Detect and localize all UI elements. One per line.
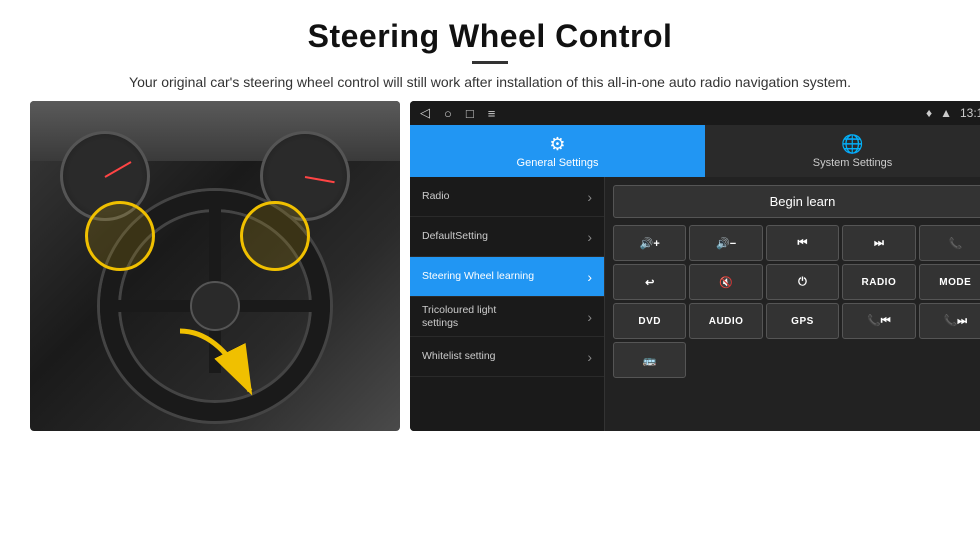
arrow-indicator	[170, 321, 270, 401]
menu-item-steering-wheel[interactable]: Steering Wheel learning ›	[410, 257, 604, 297]
menu-item-whitelist-label: Whitelist setting	[422, 350, 496, 363]
menu-arrow-steering: ›	[587, 269, 592, 285]
button-grid-row3: DVD AUDIO GPS 📞⏮ 📞⏭	[613, 303, 980, 339]
power-icon: ⏻	[798, 276, 807, 289]
menu-item-tricoloured[interactable]: Tricoloured lightsettings ›	[410, 297, 604, 337]
nav-back-icon: ◁	[420, 105, 430, 121]
next-track-icon: ⏭	[874, 237, 884, 250]
steering-wheel-background	[30, 101, 400, 431]
status-right: ♦ ▲ 13:13	[926, 106, 980, 120]
settings-tabs: ⚙ General Settings 🌐 System Settings	[410, 125, 980, 177]
button-grid-row1: 🔊+ 🔊− ⏮ ⏭ 📞	[613, 225, 980, 261]
extra-button[interactable]: 🚌	[613, 342, 686, 378]
mode-button[interactable]: MODE	[919, 264, 980, 300]
status-bar: ◁ ○ □ ≡ ♦ ▲ 13:13	[410, 101, 980, 125]
wifi-icon: ▲	[940, 106, 952, 120]
header-description: Your original car's steering wheel contr…	[60, 72, 920, 93]
location-icon: ♦	[926, 106, 932, 120]
nav-menu-icon: ≡	[488, 106, 496, 121]
call-next-button[interactable]: 📞⏭	[919, 303, 980, 339]
vol-up-icon: 🔊+	[640, 237, 660, 250]
back-icon: ↩	[645, 276, 654, 289]
extra-icon: 🚌	[643, 354, 657, 367]
menu-item-radio[interactable]: Radio ›	[410, 177, 604, 217]
prev-track-icon: ⏮	[798, 237, 808, 250]
menu-item-steering-label: Steering Wheel learning	[422, 270, 534, 283]
menu-arrow-radio: ›	[587, 189, 592, 205]
gps-button[interactable]: GPS	[766, 303, 839, 339]
menu-item-default-label: DefaultSetting	[422, 230, 488, 243]
page-header: Steering Wheel Control Your original car…	[0, 0, 980, 101]
menu-arrow-default: ›	[587, 229, 592, 245]
mute-icon: 🔇	[719, 276, 733, 289]
begin-learn-row: Begin learn	[613, 181, 980, 221]
gps-label: GPS	[791, 316, 814, 327]
vol-down-icon: 🔊−	[716, 237, 736, 250]
audio-label: AUDIO	[709, 316, 744, 327]
vol-down-button[interactable]: 🔊−	[689, 225, 762, 261]
menu-item-default-setting[interactable]: DefaultSetting ›	[410, 217, 604, 257]
menu-item-radio-label: Radio	[422, 190, 449, 203]
vol-up-button[interactable]: 🔊+	[613, 225, 686, 261]
call-prev-button[interactable]: 📞⏮	[842, 303, 915, 339]
dvd-label: DVD	[638, 316, 661, 327]
nav-recents-icon: □	[466, 106, 474, 121]
menu-item-tricoloured-label: Tricoloured lightsettings	[422, 304, 496, 329]
power-button[interactable]: ⏻	[766, 264, 839, 300]
begin-learn-button[interactable]: Begin learn	[613, 185, 980, 218]
dvd-button[interactable]: DVD	[613, 303, 686, 339]
page-title: Steering Wheel Control	[60, 18, 920, 55]
menu-arrow-whitelist: ›	[587, 349, 592, 365]
next-track-button[interactable]: ⏭	[842, 225, 915, 261]
back-button[interactable]: ↩	[613, 264, 686, 300]
gauge-needle-left	[105, 161, 132, 178]
mode-label: MODE	[939, 277, 971, 288]
nav-home-icon: ○	[444, 106, 452, 121]
gauge-needle-right	[305, 176, 335, 183]
menu-list: Radio › DefaultSetting › Steering Wheel …	[410, 177, 605, 431]
main-content: ◁ ○ □ ≡ ♦ ▲ 13:13 ⚙ General Settings 🌐 S…	[0, 101, 980, 431]
control-panel: Begin learn 🔊+ 🔊− ⏮ ⏭	[605, 177, 980, 431]
menu-arrow-tricoloured: ›	[587, 309, 592, 325]
system-icon: 🌐	[841, 134, 863, 155]
call-next-icon: 📞⏭	[943, 314, 967, 328]
audio-button[interactable]: AUDIO	[689, 303, 762, 339]
highlight-circle-left	[85, 201, 155, 271]
menu-item-whitelist[interactable]: Whitelist setting ›	[410, 337, 604, 377]
call-answer-button[interactable]: 📞	[919, 225, 980, 261]
button-grid-row4: 🚌	[613, 342, 980, 378]
mute-button[interactable]: 🔇	[689, 264, 762, 300]
header-divider	[472, 61, 508, 64]
call-icon: 📞	[948, 237, 962, 250]
settings-content: Radio › DefaultSetting › Steering Wheel …	[410, 177, 980, 431]
steering-wheel-image	[30, 101, 400, 431]
tab-general-settings[interactable]: ⚙ General Settings	[410, 125, 705, 177]
prev-track-button[interactable]: ⏮	[766, 225, 839, 261]
radio-button[interactable]: RADIO	[842, 264, 915, 300]
device-screen: ◁ ○ □ ≡ ♦ ▲ 13:13 ⚙ General Settings 🌐 S…	[410, 101, 980, 431]
gear-icon: ⚙	[549, 134, 565, 155]
radio-label: RADIO	[862, 277, 897, 288]
nav-icons: ◁ ○ □ ≡	[420, 105, 495, 121]
button-grid-row2: ↩ 🔇 ⏻ RADIO MODE	[613, 264, 980, 300]
time-display: 13:13	[960, 106, 980, 120]
tab-general-label: General Settings	[517, 157, 599, 169]
tab-system-settings[interactable]: 🌐 System Settings	[705, 125, 980, 177]
call-prev-icon: 📞⏮	[867, 314, 891, 328]
tab-system-label: System Settings	[813, 157, 892, 169]
highlight-circle-right	[240, 201, 310, 271]
